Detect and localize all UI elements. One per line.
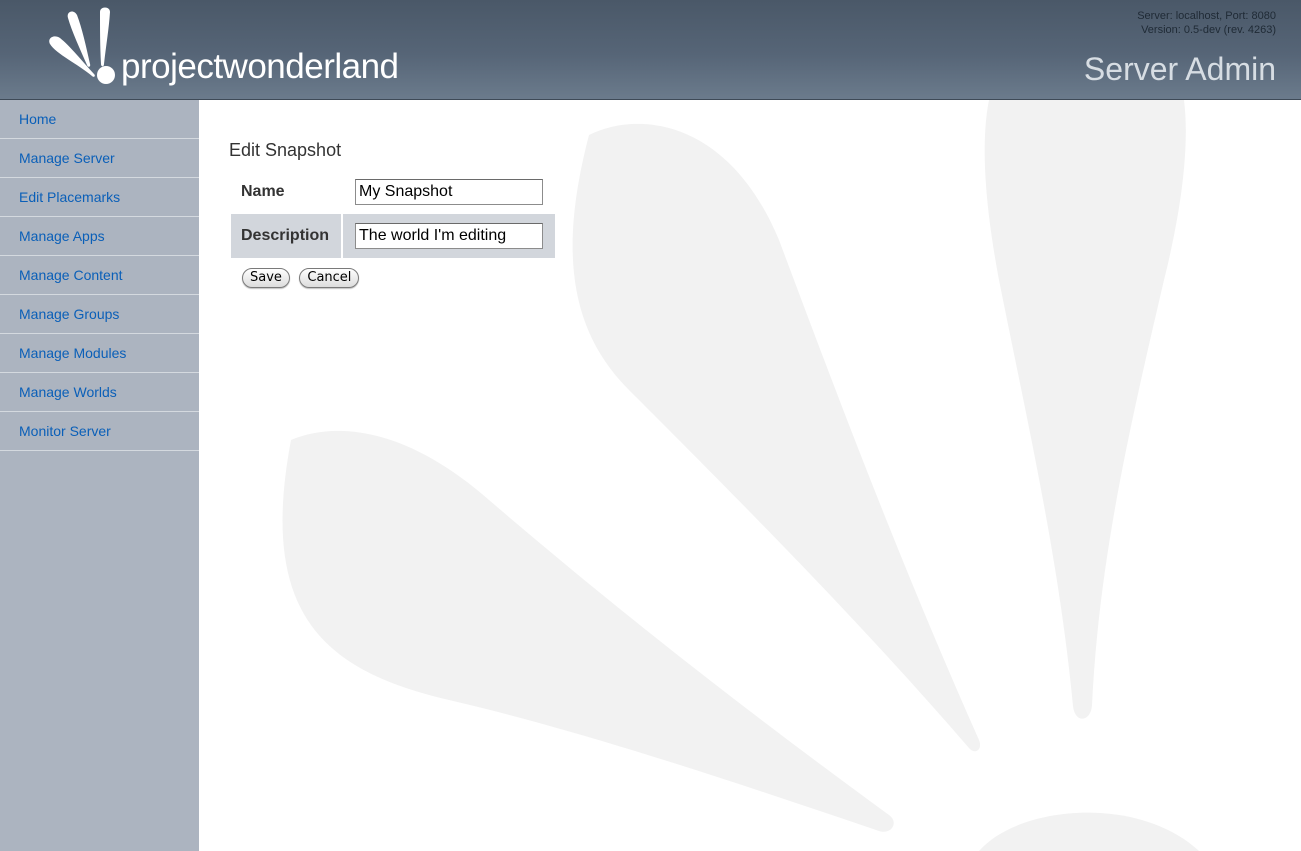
name-row: Name bbox=[231, 172, 555, 212]
name-label: Name bbox=[241, 183, 285, 200]
save-button[interactable]: Save bbox=[242, 268, 290, 288]
logo-mark-icon bbox=[49, 7, 115, 84]
cancel-button[interactable]: Cancel bbox=[299, 268, 360, 288]
wonderland-logo[interactable]: projectwonderland bbox=[46, 6, 426, 94]
sidebar-item-manage-apps[interactable]: Manage Apps bbox=[0, 217, 199, 256]
sidebar-item-manage-groups[interactable]: Manage Groups bbox=[0, 295, 199, 334]
logo-text: projectwonderland bbox=[121, 47, 399, 86]
description-cell bbox=[343, 214, 556, 258]
header-bar: projectwonderland Server: localhost, Por… bbox=[0, 0, 1301, 100]
description-input[interactable] bbox=[355, 223, 544, 249]
sidebar-item-edit-placemarks[interactable]: Edit Placemarks bbox=[0, 178, 199, 217]
form-buttons: Save Cancel bbox=[242, 268, 557, 288]
server-address: Server: localhost, Port: 8080 bbox=[1137, 10, 1276, 22]
sidebar-item-manage-modules[interactable]: Manage Modules bbox=[0, 334, 199, 373]
description-label: Description bbox=[231, 214, 342, 258]
sidebar-item-manage-server[interactable]: Manage Server bbox=[0, 139, 199, 178]
server-version: Version: 0.5-dev (rev. 4263) bbox=[1141, 24, 1276, 36]
name-input[interactable] bbox=[355, 179, 544, 205]
sidebar-item-manage-content[interactable]: Manage Content bbox=[0, 256, 199, 295]
main-content: Edit Snapshot Name Description Save Canc… bbox=[199, 100, 1301, 851]
description-row: Description bbox=[231, 214, 556, 258]
server-info: Server: localhost, Port: 8080 Version: 0… bbox=[1137, 9, 1276, 37]
edit-snapshot-panel: Edit Snapshot Name Description Save Canc… bbox=[229, 140, 557, 288]
name-cell bbox=[343, 172, 555, 212]
sidebar-item-home[interactable]: Home bbox=[0, 100, 199, 139]
sidebar-nav: Home Manage Server Edit Placemarks Manag… bbox=[0, 100, 199, 851]
snapshot-form: Name Description bbox=[229, 170, 557, 260]
page-title: Edit Snapshot bbox=[229, 140, 342, 160]
sidebar-item-monitor-server[interactable]: Monitor Server bbox=[0, 412, 199, 451]
sidebar-item-manage-worlds[interactable]: Manage Worlds bbox=[0, 373, 199, 412]
header-title: Server Admin bbox=[1083, 51, 1276, 87]
